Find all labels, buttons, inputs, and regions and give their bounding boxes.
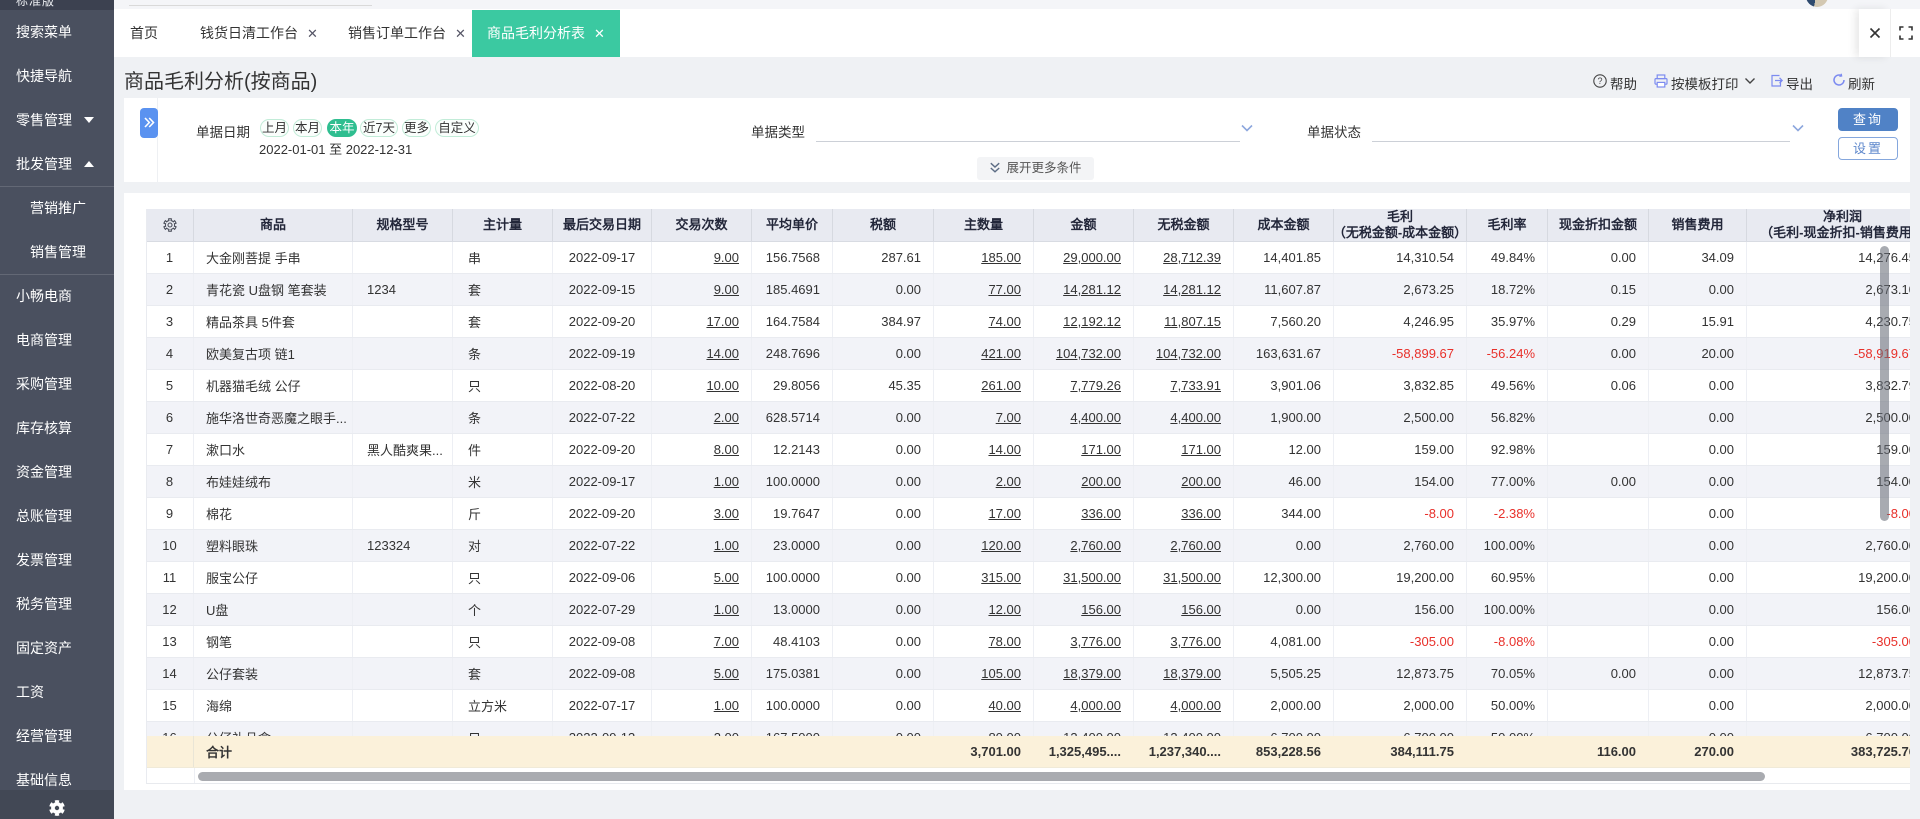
svg-text:?: ? [1597,76,1602,86]
